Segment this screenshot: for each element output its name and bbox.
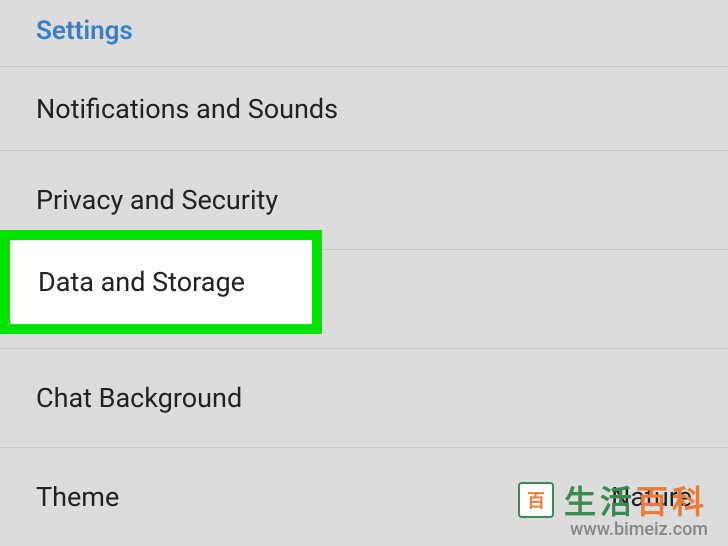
section-header: Settings bbox=[0, 0, 728, 66]
highlight-box: Data and Storage bbox=[0, 230, 322, 334]
highlight-label: Data and Storage bbox=[38, 266, 245, 298]
section-title: Settings bbox=[36, 16, 692, 46]
menu-label-privacy: Privacy and Security bbox=[36, 184, 278, 216]
menu-label-theme: Theme bbox=[36, 481, 119, 513]
watermark-logo-icon: 百 bbox=[518, 482, 554, 518]
watermark-cn1: 生活 bbox=[564, 477, 636, 523]
menu-label-background: Chat Background bbox=[36, 382, 242, 414]
menu-label-notifications: Notifications and Sounds bbox=[36, 93, 338, 125]
watermark-cn2: 百科 bbox=[636, 477, 708, 523]
menu-item-background[interactable]: Chat Background bbox=[0, 348, 728, 447]
watermark: 百 生活 百科 www.bimeiz.com bbox=[518, 477, 708, 540]
watermark-text-cn: 生活 百科 bbox=[564, 477, 708, 523]
watermark-top: 百 生活 百科 bbox=[518, 477, 708, 523]
menu-item-notifications[interactable]: Notifications and Sounds bbox=[0, 66, 728, 150]
watermark-url: www.bimeiz.com bbox=[570, 519, 708, 540]
